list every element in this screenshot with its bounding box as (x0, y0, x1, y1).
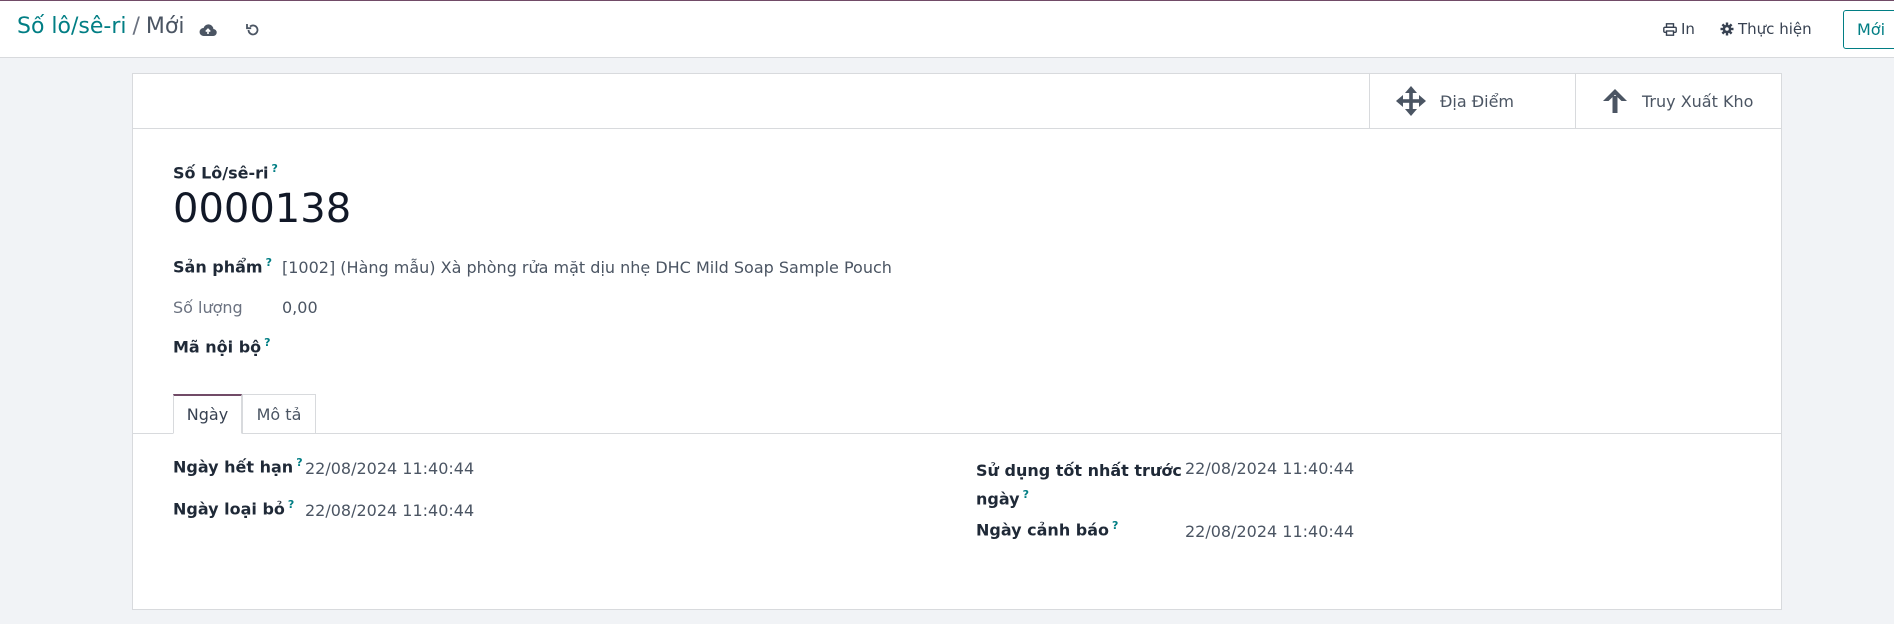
alert-help-icon[interactable]: ? (1112, 519, 1118, 532)
locations-smart-button[interactable]: Địa Điểm (1369, 74, 1575, 128)
action-menu-button[interactable]: Thực hiện (1720, 20, 1812, 38)
lot-name-field[interactable]: 0000138 (173, 186, 351, 232)
cloud-upload-icon (199, 24, 217, 37)
print-icon (1663, 22, 1677, 36)
tabs-divider (133, 433, 1781, 434)
ref-help-icon[interactable]: ? (264, 336, 270, 349)
removal-date-label: Ngày loại bỏ? (173, 498, 295, 519)
use-date-help-icon[interactable]: ? (1023, 488, 1029, 501)
product-help-icon[interactable]: ? (266, 256, 272, 269)
alert-date-field[interactable]: 22/08/2024 11:40:44 (1185, 522, 1354, 541)
lot-label: Số Lô/sê-ri? (173, 162, 278, 183)
expiration-date-label: Ngày hết hạn? (173, 456, 303, 477)
form-sheet: Địa Điểm Truy Xuất Kho Số Lô/sê-ri? 0000… (132, 73, 1782, 610)
tab-dates[interactable]: Ngày (173, 394, 242, 434)
lot-help-icon[interactable]: ? (272, 162, 278, 175)
save-cloud-button[interactable] (197, 19, 219, 41)
product-label: Sản phẩm? (173, 256, 272, 277)
locations-label: Địa Điểm (1440, 91, 1515, 111)
breadcrumb-parent-link[interactable]: Số lô/sê-ri (17, 14, 127, 39)
new-button[interactable]: Mới (1843, 10, 1894, 49)
tab-description[interactable]: Mô tả (242, 394, 316, 434)
internal-ref-field[interactable] (282, 332, 982, 358)
discard-button[interactable] (242, 19, 264, 41)
print-label: In (1681, 20, 1695, 38)
removal-date-field[interactable]: 22/08/2024 11:40:44 (305, 501, 474, 520)
discard-icon (246, 24, 259, 36)
traceability-smart-button[interactable]: Truy Xuất Kho (1575, 74, 1781, 128)
smart-button-box: Địa Điểm Truy Xuất Kho (133, 74, 1781, 129)
action-label: Thực hiện (1738, 20, 1812, 38)
gear-icon (1720, 22, 1734, 36)
expiration-date-field[interactable]: 22/08/2024 11:40:44 (305, 459, 474, 478)
use-date-field[interactable]: 22/08/2024 11:40:44 (1185, 459, 1354, 478)
breadcrumb: Số lô/sê-ri / Mới (17, 14, 184, 39)
breadcrumb-current: Mới (145, 14, 185, 39)
quantity-label: Số lượng (173, 298, 243, 317)
use-date-label: Sử dụng tốt nhất trước ngày? (976, 461, 1182, 509)
arrows-move-icon (1396, 86, 1426, 116)
print-button[interactable]: In (1663, 20, 1695, 38)
product-field[interactable]: [1002] (Hàng mẫu) Xà phòng rửa mặt dịu n… (282, 258, 892, 277)
breadcrumb-separator: / (132, 14, 140, 39)
control-panel: Số lô/sê-ri / Mới In Thực hiện Mới (0, 1, 1894, 58)
quantity-value: 0,00 (282, 298, 318, 317)
expiration-help-icon[interactable]: ? (296, 456, 302, 469)
traceability-label: Truy Xuất Kho (1642, 91, 1754, 111)
internal-ref-label: Mã nội bộ? (173, 336, 271, 357)
alert-date-label: Ngày cảnh báo? (976, 519, 1119, 540)
removal-help-icon[interactable]: ? (288, 498, 294, 511)
arrow-up-icon (1603, 89, 1627, 113)
